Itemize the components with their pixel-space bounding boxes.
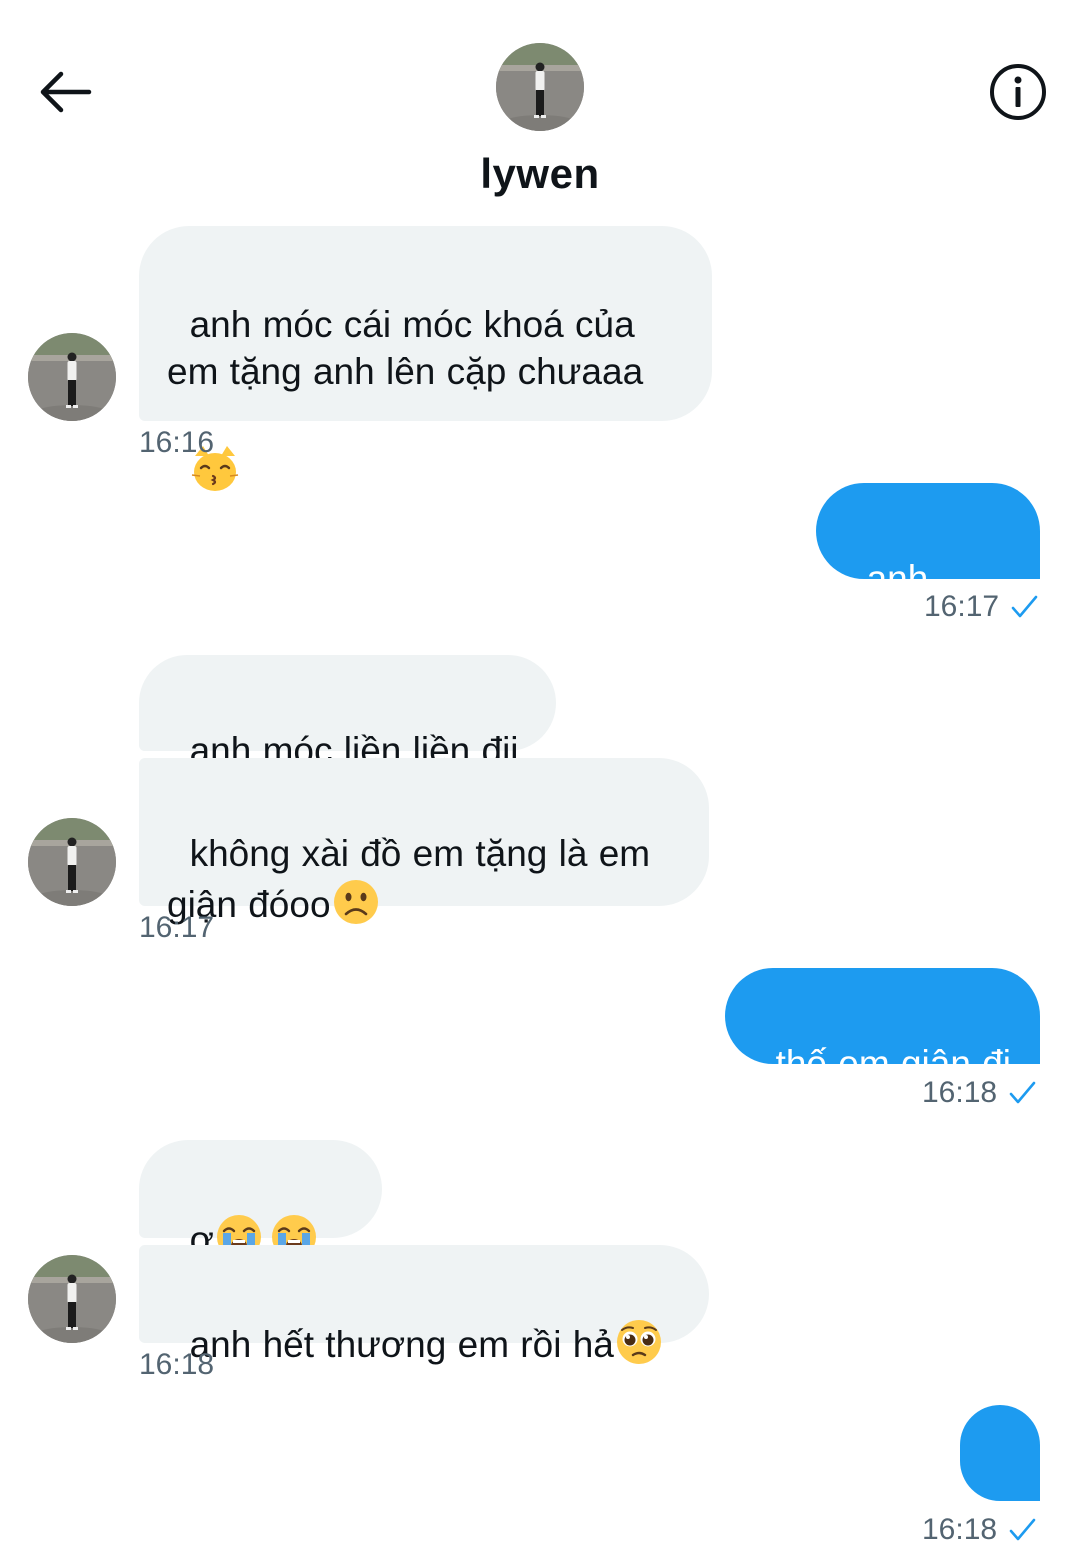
message-status: 16:18 [922,1513,1037,1547]
message-bubble-outgoing[interactable]: ừ [960,1405,1040,1559]
message-bubble-incoming[interactable]: anh móc liền liền đii [139,655,556,771]
info-button[interactable] [986,60,1050,124]
contact-name[interactable]: lywen [0,150,1080,198]
slightly-frowning-face-icon [333,880,378,924]
check-icon [1009,592,1039,622]
arrow-left-icon [40,71,92,113]
message-bubble-incoming[interactable]: anh móc cái móc khoá của em tặng anh lên… [139,226,712,491]
message-bubble-incoming[interactable]: anh hết thương em rồi hả [139,1245,709,1365]
sender-avatar[interactable] [28,333,116,421]
message-text: không xài đồ em tặng là em giận đóoo [167,833,651,925]
message-text: anh móc cái móc khoá của em tặng anh lên… [167,304,644,392]
message-timestamp: 16:17 [924,590,1000,623]
contact-avatar[interactable] [496,43,584,131]
message-timestamp: 16:17 [139,911,215,944]
message-bubble-outgoing[interactable]: anh chưa [816,483,1040,646]
message-bubble-outgoing[interactable]: thế em giận đi [725,968,1040,1084]
sender-avatar[interactable] [28,818,116,906]
check-icon [1007,1078,1037,1108]
message-timestamp: 16:18 [922,1513,998,1546]
message-text: anh hết thương em rồi hả [189,1324,614,1365]
message-status: 16:17 [924,590,1039,624]
pleading-face-icon [616,1320,661,1364]
sender-avatar[interactable] [28,1255,116,1343]
info-icon [990,64,1046,120]
message-status: 16:18 [922,1076,1037,1110]
check-icon [1007,1515,1037,1545]
back-button[interactable] [30,60,100,124]
message-timestamp: 16:16 [139,426,215,459]
message-timestamp: 16:18 [922,1076,998,1109]
message-bubble-incoming[interactable]: ơ [139,1140,382,1238]
message-bubble-incoming[interactable]: không xài đồ em tặng là em giận đóoo [139,758,709,925]
conversation-header: lywen [0,0,1080,210]
message-timestamp: 16:18 [139,1348,215,1381]
